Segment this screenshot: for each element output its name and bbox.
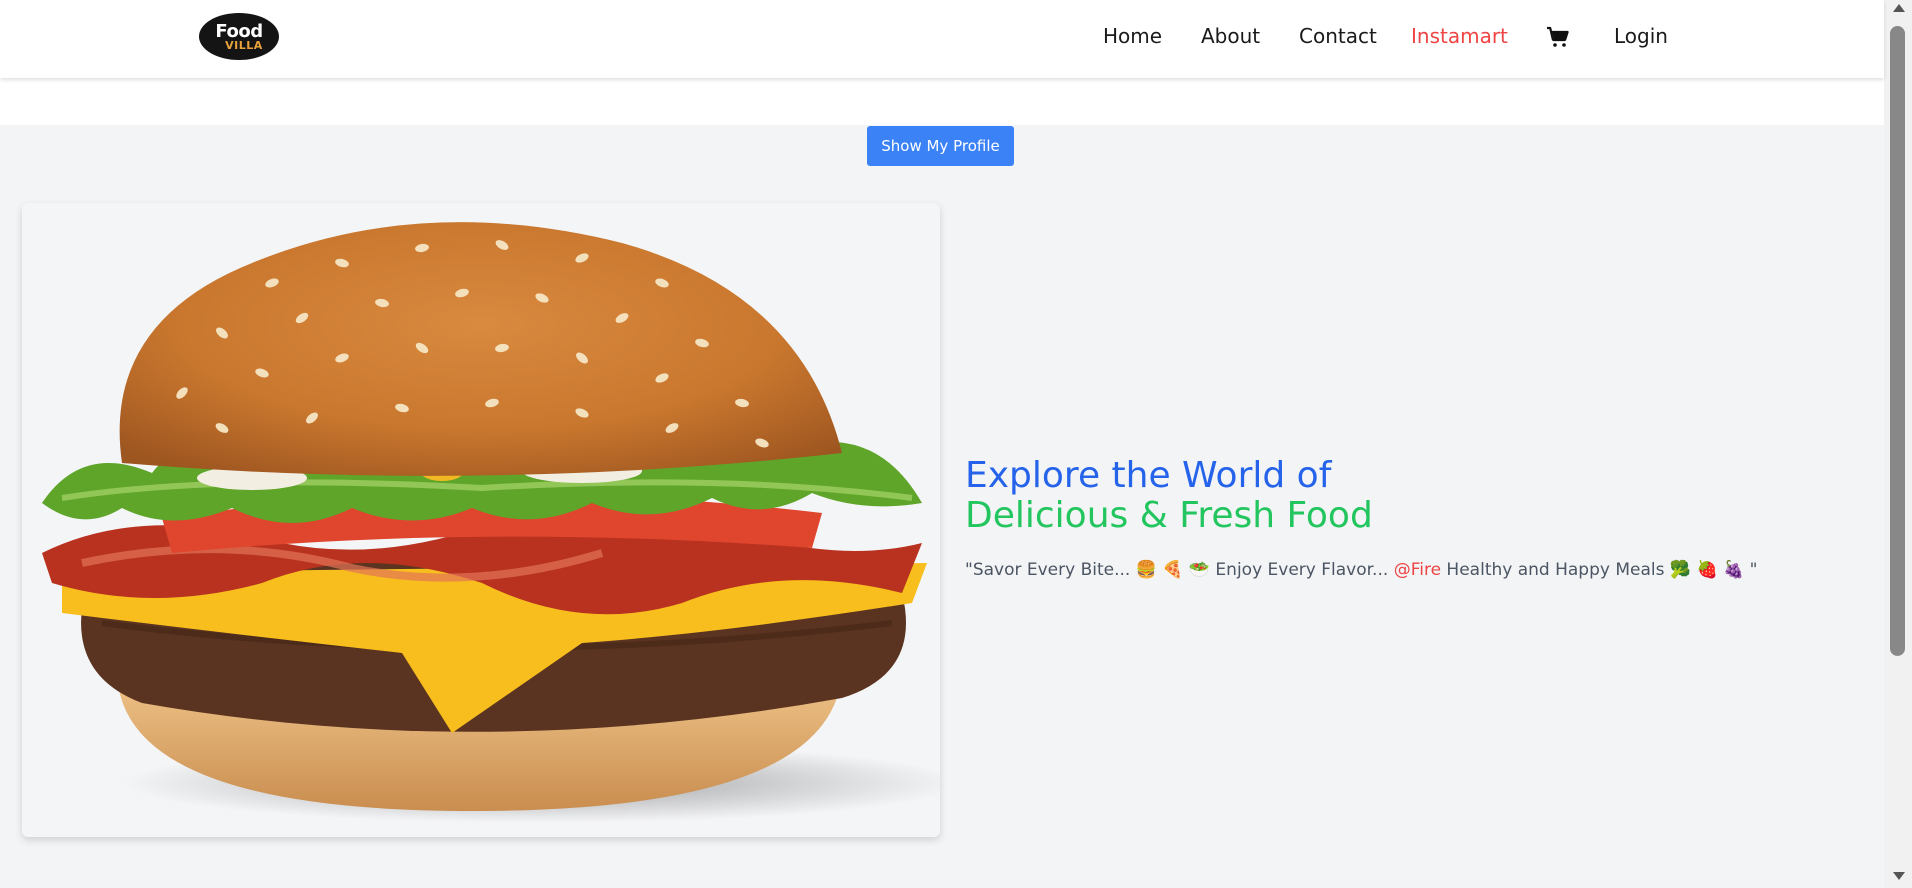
- logo-text-food: Food: [215, 20, 263, 42]
- scroll-up-arrow-icon[interactable]: [1893, 4, 1905, 12]
- tagline-fire: @Fire: [1393, 560, 1442, 580]
- hero-text: Explore the World of Delicious & Fresh F…: [965, 455, 1757, 581]
- show-profile-button[interactable]: Show My Profile: [867, 126, 1014, 166]
- scroll-thumb[interactable]: [1890, 26, 1905, 656]
- top-navbar: Food VILLA Home About Contact Instamart …: [0, 0, 1884, 78]
- tagline-start: "Savor Every Bite... 🍔 🍕 🥗 Enjoy Every F…: [965, 560, 1394, 580]
- vertical-scrollbar[interactable]: [1884, 0, 1912, 888]
- nav-login[interactable]: Login: [1614, 24, 1668, 48]
- hero-title-line1: Explore the World of: [965, 455, 1332, 496]
- nav-about[interactable]: About: [1201, 24, 1260, 48]
- tagline-end: Healthy and Happy Meals 🥦 🍓 🍇 ": [1441, 560, 1758, 580]
- food-villa-logo[interactable]: Food VILLA: [199, 13, 279, 60]
- nav-home[interactable]: Home: [1103, 24, 1162, 48]
- nav-contact[interactable]: Contact: [1299, 24, 1377, 48]
- hero-tagline: "Savor Every Bite... 🍔 🍕 🥗 Enjoy Every F…: [965, 560, 1757, 580]
- logo-text-villa: VILLA: [225, 38, 263, 52]
- hero-burger-image: [22, 203, 940, 837]
- nav-instamart[interactable]: Instamart: [1411, 24, 1508, 48]
- scroll-down-arrow-icon[interactable]: [1893, 872, 1905, 880]
- cart-icon[interactable]: [1546, 25, 1570, 49]
- hero-title-line2: Delicious & Fresh Food: [965, 495, 1373, 536]
